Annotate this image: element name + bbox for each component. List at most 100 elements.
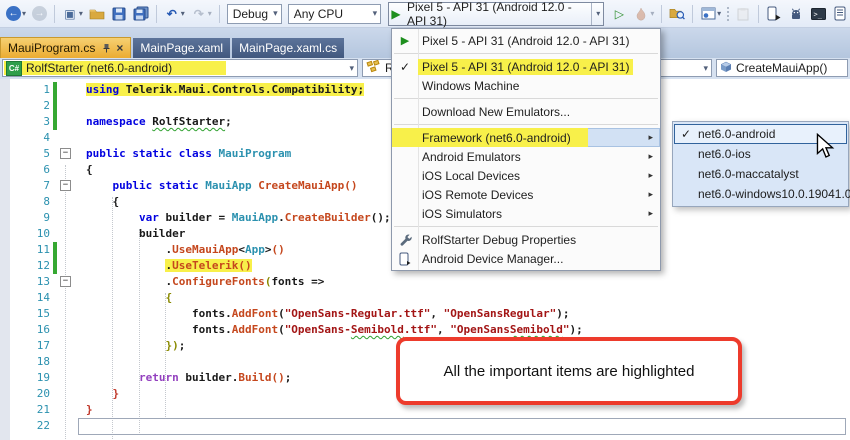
new-item-button[interactable]: ▣ ▾ (60, 3, 85, 25)
submenu-arrow-icon: ▸ (648, 170, 653, 180)
menu-item-download-new-emulators[interactable]: Download New Emulators... (392, 102, 660, 121)
find-in-files-button[interactable] (667, 3, 687, 25)
adb-console-button[interactable]: >_ (808, 3, 828, 25)
project-dropdown-icon[interactable]: ▾ (349, 63, 354, 74)
save-icon (111, 6, 127, 22)
start-without-debugging-button[interactable]: ▷ (609, 3, 629, 25)
csharp-project-icon: C# (6, 60, 22, 76)
menu-item-android-device-manager[interactable]: Android Device Manager... (392, 249, 660, 268)
line-number: 15 (36, 307, 50, 320)
run-play-icon: ▶ (400, 35, 410, 47)
submenu-item-net6-0-windows10-0-19041-0[interactable]: net6.0-windows10.0.19041.0 (674, 184, 850, 204)
menu-item-android-emulators[interactable]: Android Emulators ▸ (392, 147, 660, 166)
device-log-button[interactable] (830, 3, 850, 25)
fold-toggle[interactable]: − (60, 276, 71, 287)
web-preview-button[interactable]: ▾ (698, 3, 723, 25)
code-line-15[interactable]: 15 fonts.AddFont("OpenSans-Regular.ttf",… (0, 306, 850, 322)
standard-toolbar: ← ▾ → ▣ ▾ ↶ ▾ ↷ ▾ Debug ▾ Any CPU ▾ ▶ Pi… (0, 0, 850, 28)
line-number: 2 (43, 99, 50, 112)
solution-platform-combo[interactable]: Any CPU ▾ (287, 3, 382, 24)
submenu-item-net6-0-maccatalyst[interactable]: net6.0-maccatalyst (674, 164, 847, 184)
code-line-22[interactable]: 22 (0, 418, 850, 435)
type-dropdown-icon[interactable]: ▾ (703, 63, 708, 74)
code-line-16[interactable]: 16 fonts.AddFont("OpenSans-Semibold.ttf"… (0, 322, 850, 338)
annotation-text: All the important items are highlighted (443, 362, 695, 380)
change-bar (53, 242, 57, 258)
android-icon (788, 6, 804, 22)
menu-item-ios-remote-devices[interactable]: iOS Remote Devices ▸ (392, 185, 660, 204)
open-file-button[interactable] (87, 3, 107, 25)
platform-dropdown-icon: ▾ (372, 8, 378, 18)
annotation-box: All the important items are highlighted (396, 337, 742, 405)
change-bar (53, 98, 57, 114)
menu-item-pixel-5-api-31-android-12-0-api-31[interactable]: ▶ Pixel 5 - API 31 (Android 12.0 - API 31… (392, 31, 660, 50)
run-target-dropdown-icon: ▾ (596, 9, 601, 18)
member-dropdown[interactable]: CreateMauiApp() (716, 59, 848, 77)
line-number: 16 (36, 323, 50, 336)
menu-item-pixel-5-api-31-android-12-0-api-31[interactable]: ✓ Pixel 5 - API 31 (Android 12.0 - API 31… (392, 57, 660, 76)
tab-mauiprogram-cs[interactable]: MauiProgram.cs × (0, 37, 132, 58)
member-name: CreateMauiApp() (736, 61, 828, 75)
start-debugging-button[interactable]: ▶ Pixel 5 - API 31 (Android 12.0 - API 3… (388, 0, 605, 28)
tab-mainpage-xaml[interactable]: MainPage.xaml (133, 38, 231, 58)
deploy-to-device-button[interactable] (764, 3, 784, 25)
tab-mainpage-xaml-cs[interactable]: MainPage.xaml.cs (232, 38, 345, 58)
close-icon[interactable]: × (116, 41, 123, 55)
open-file-icon (89, 6, 105, 22)
redo-button[interactable]: ↷ ▾ (189, 3, 214, 25)
navigate-back-dropdown-icon: ▾ (22, 9, 27, 18)
save-all-button[interactable] (131, 3, 151, 25)
hot-reload-dropdown-icon: ▾ (650, 9, 655, 18)
menu-item-ios-local-devices[interactable]: iOS Local Devices ▸ (392, 166, 660, 185)
run-target-label: Pixel 5 - API 31 (Android 12.0 - API 31) (406, 0, 572, 28)
menu-item-windows-machine[interactable]: Windows Machine (392, 76, 660, 95)
pin-icon[interactable] (102, 43, 111, 53)
change-bar (53, 82, 57, 98)
save-button[interactable] (109, 3, 129, 25)
submenu-arrow-icon: ▸ (648, 208, 653, 218)
navigate-forward-button[interactable]: → (30, 3, 49, 25)
undo-button[interactable]: ↶ ▾ (162, 3, 187, 25)
toolbar-separator (218, 4, 220, 23)
change-bar (53, 114, 57, 130)
menu-separator (394, 53, 658, 54)
project-dropdown[interactable]: C# RolfStarter (net6.0-android) ▾ (2, 59, 358, 77)
solution-configuration-value: Debug (232, 6, 269, 21)
run-target-menu: ▶ Pixel 5 - API 31 (Android 12.0 - API 31… (391, 28, 661, 271)
menu-item-framework-net6-0-android[interactable]: Framework (net6.0-android) ▸ (392, 128, 660, 147)
line-number: 11 (36, 243, 50, 256)
find-in-files-icon (669, 6, 686, 22)
menu-item-label: iOS Simulators (422, 206, 503, 221)
line-number: 13 (36, 275, 50, 288)
line-number: 8 (43, 195, 50, 208)
hot-reload-icon (633, 6, 649, 22)
line-number: 6 (43, 163, 50, 176)
clipboard-icon (735, 6, 751, 22)
navigate-back-button[interactable]: ← ▾ (4, 3, 28, 25)
toolbar-separator (155, 4, 157, 23)
fold-toggle[interactable]: − (60, 180, 71, 191)
menu-item-label: iOS Remote Devices (422, 187, 534, 202)
toolbar-grip[interactable] (727, 6, 730, 21)
solution-configuration-combo[interactable]: Debug ▾ (226, 3, 282, 24)
code-text: .ConfigureFonts(fonts => (86, 275, 325, 288)
redo-dropdown-icon: ▾ (207, 9, 212, 18)
navigate-forward-icon: → (32, 6, 48, 21)
run-target-dropdown[interactable]: ▾ (591, 2, 603, 25)
undo-icon: ↶ (166, 6, 177, 21)
fold-toggle[interactable]: − (60, 148, 71, 159)
line-number: 22 (36, 419, 50, 432)
visual-studio-window: ← ▾ → ▣ ▾ ↶ ▾ ↷ ▾ Debug ▾ Any CPU ▾ ▶ Pi… (0, 0, 850, 440)
menu-item-rolfstarter-debug-properties[interactable]: RolfStarter Debug Properties (392, 230, 660, 249)
android-sdk-manager-button[interactable] (786, 3, 806, 25)
line-number: 10 (36, 227, 50, 240)
start-without-debugging-icon: ▷ (614, 6, 624, 21)
code-line-14[interactable]: 14 { (0, 290, 850, 306)
wrench-icon (392, 233, 418, 246)
menu-item-ios-simulators[interactable]: iOS Simulators ▸ (392, 204, 660, 223)
menu-item-label: Android Device Manager... (422, 251, 564, 266)
line-number: 9 (43, 211, 50, 224)
code-line-13[interactable]: 13− .ConfigureFonts(fonts => (0, 274, 850, 290)
hot-reload-button[interactable]: ▾ (631, 3, 656, 25)
paste-button[interactable] (733, 3, 753, 25)
